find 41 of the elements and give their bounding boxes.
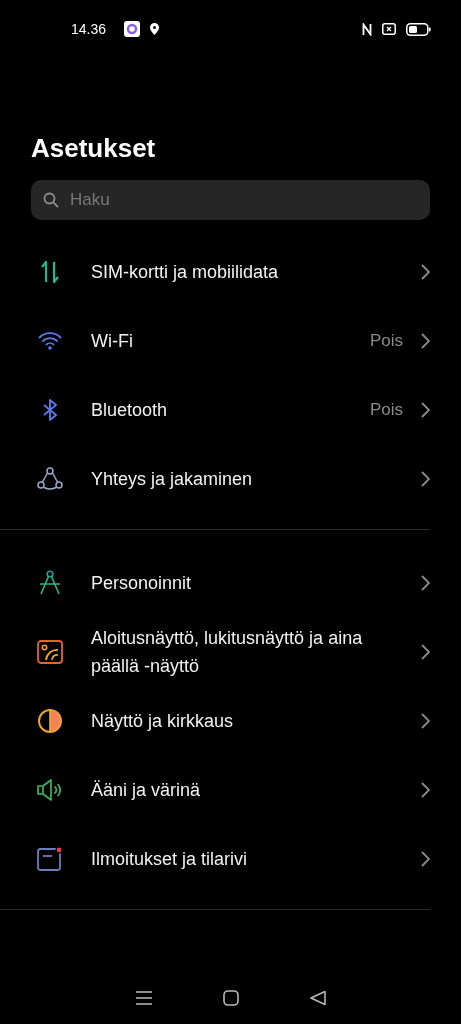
wifi-icon [37,331,62,350]
wallpaper-icon [36,639,63,664]
chevron-icon [421,712,430,729]
chevron-icon [421,470,430,487]
speaker-icon [36,778,63,801]
chevron-icon [421,643,430,660]
settings-item[interactable]: Ääni ja värinä [0,755,430,824]
sim-blocked-icon [382,23,396,35]
compass-icon [37,569,62,596]
sim-data-icon [39,259,60,284]
settings-item[interactable]: Personoinnit [0,548,430,617]
bluetooth-icon [42,397,57,422]
battery-icon [406,22,431,36]
settings-item[interactable]: Ilmoitukset ja tilarivi [0,824,430,893]
settings-item[interactable]: Bluetooth Pois [0,375,430,444]
settings-item[interactable]: Yhteys ja jakaminen [0,444,430,513]
search-field[interactable]: Haku [31,180,430,220]
settings-item[interactable]: Näyttö ja kirkkaus [0,686,430,755]
back-icon[interactable] [309,990,326,1006]
settings-item[interactable]: Aloitusnäyttö, lukitusnäyttö ja aina päällä -näyttö [0,617,430,686]
settings-item[interactable]: Wi-Fi Pois [0,306,430,375]
page-title: Asetukset [31,132,157,164]
chevron-icon [421,332,430,349]
menu-icon[interactable] [135,991,152,1005]
nfc-icon [362,22,372,36]
brightness-icon [36,707,63,734]
app-notification-icon [124,21,141,37]
search-icon [43,192,59,208]
chevron-icon [421,850,430,867]
chevron-icon [421,263,430,280]
chevron-icon [421,781,430,798]
location-icon [150,23,160,35]
chevron-icon [421,574,430,591]
chevron-icon [421,401,430,418]
settings-item[interactable]: SIM-kortti ja mobiilidata [0,237,430,306]
status-value: Pois [369,399,403,420]
status-value: Pois [369,330,403,351]
notification-icon [36,846,63,871]
home-icon[interactable] [222,990,239,1006]
status-time: 14.36 [71,21,107,37]
share-icon [36,466,63,491]
